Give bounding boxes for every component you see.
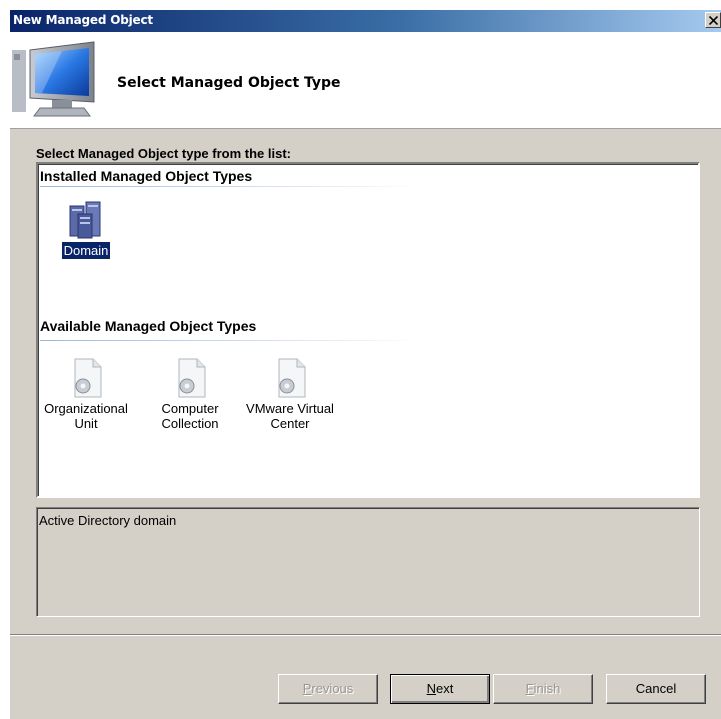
managed-object-type-list[interactable]: Installed Managed Object Types Domain Av… <box>36 162 700 498</box>
gear-document-icon <box>278 358 306 398</box>
footer-separator-highlight <box>10 635 721 636</box>
previous-button[interactable]: Previous <box>278 674 378 704</box>
group-divider <box>40 186 420 187</box>
list-item-computer-collection[interactable]: Computer Collection <box>142 358 238 432</box>
button-label: ext <box>436 681 454 696</box>
button-label: revious <box>311 681 354 696</box>
button-label: inish <box>533 681 561 696</box>
gear-document-icon <box>74 358 102 398</box>
wizard-header: Select Managed Object Type <box>10 32 721 129</box>
group-divider <box>40 340 420 341</box>
description-box: Active Directory domain <box>36 507 700 617</box>
next-button[interactable]: Next <box>390 674 490 704</box>
item-label: Computer Collection <box>161 401 219 431</box>
window-title: New Managed Object <box>13 13 153 27</box>
computer-monitor-icon <box>12 41 95 117</box>
finish-button[interactable]: Finish <box>493 674 593 704</box>
gear-document-icon <box>178 358 206 398</box>
mnemonic: F <box>525 681 534 696</box>
title-bar[interactable]: New Managed Object <box>10 10 721 32</box>
item-label: Domain <box>60 241 112 260</box>
group-header-available: Available Managed Object Types <box>40 318 257 334</box>
item-label: Organizational Unit <box>44 401 128 431</box>
list-label: Select Managed Object type from the list… <box>36 146 291 161</box>
group-header-installed: Installed Managed Object Types <box>40 168 253 184</box>
close-button[interactable] <box>705 12 721 28</box>
close-icon <box>709 16 718 25</box>
mnemonic: N <box>426 681 437 696</box>
list-item-domain[interactable]: Domain <box>38 200 134 260</box>
new-managed-object-dialog: New Managed Object Select Managed Object… <box>10 10 721 719</box>
server-stack-icon <box>69 201 101 239</box>
description-text: Active Directory domain <box>39 513 177 528</box>
list-item-organizational-unit[interactable]: Organizational Unit <box>38 358 134 432</box>
list-item-vmware-virtual-center[interactable]: VMware Virtual Center <box>242 358 338 432</box>
page-title: Select Managed Object Type <box>117 75 341 91</box>
cancel-button[interactable]: Cancel <box>606 674 706 704</box>
item-label: VMware Virtual Center <box>246 401 334 431</box>
